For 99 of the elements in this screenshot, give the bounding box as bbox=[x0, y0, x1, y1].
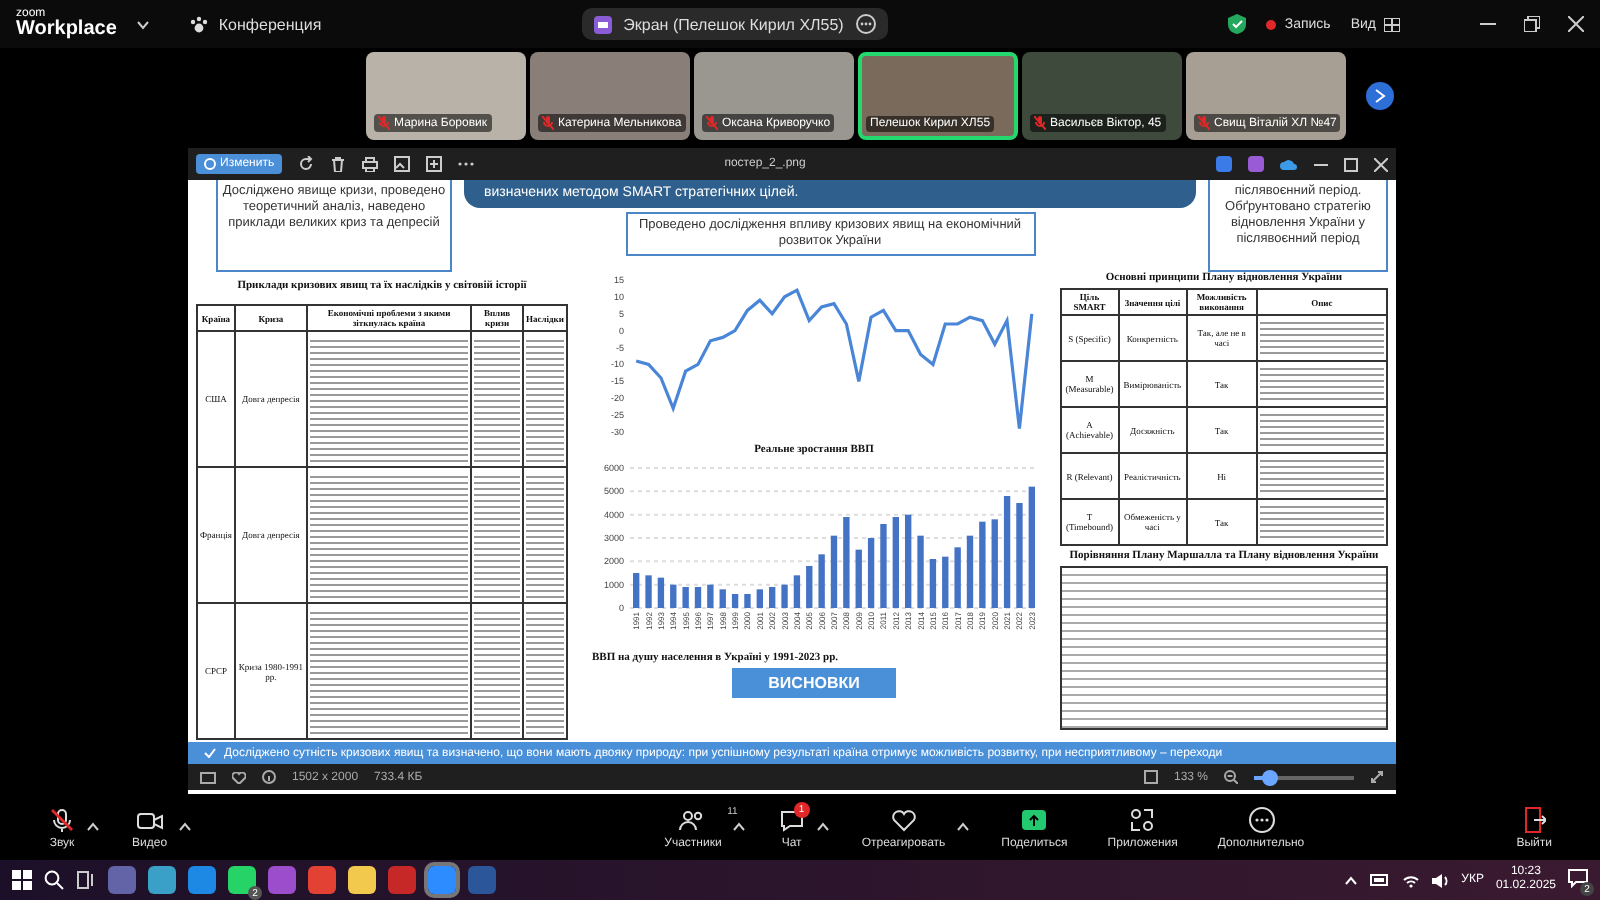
bar bbox=[657, 577, 665, 608]
search-icon[interactable] bbox=[44, 870, 64, 890]
bar bbox=[867, 538, 875, 608]
info-icon[interactable] bbox=[262, 770, 276, 784]
bar bbox=[694, 587, 702, 608]
rotate-icon[interactable] bbox=[298, 156, 315, 172]
text-lines-drawing bbox=[474, 607, 520, 735]
exit-door-icon bbox=[1522, 805, 1547, 833]
text-lines-drawing bbox=[1259, 318, 1384, 358]
bar bbox=[670, 584, 677, 608]
battery-icon[interactable] bbox=[1369, 874, 1390, 886]
more-icon[interactable] bbox=[458, 160, 475, 168]
notification-icon[interactable] bbox=[1568, 868, 1588, 888]
text-lines-drawing bbox=[1259, 456, 1384, 496]
caret-icon[interactable] bbox=[86, 820, 100, 834]
apps-icon bbox=[1128, 805, 1157, 833]
speaker-icon[interactable] bbox=[1431, 873, 1450, 887]
trash-icon[interactable] bbox=[330, 156, 347, 172]
restore-icon[interactable] bbox=[1524, 16, 1540, 32]
record-dot-icon bbox=[1266, 19, 1277, 29]
close-icon[interactable] bbox=[1374, 157, 1388, 171]
caret-icon[interactable] bbox=[177, 820, 192, 834]
screen-icon bbox=[593, 15, 612, 33]
text-lines-drawing bbox=[526, 335, 564, 463]
bar bbox=[843, 517, 850, 608]
task-view-icon[interactable] bbox=[76, 870, 96, 890]
add-icon[interactable] bbox=[426, 156, 443, 172]
bar bbox=[979, 521, 986, 608]
next-page-button[interactable] bbox=[1366, 82, 1394, 110]
caret-icon[interactable] bbox=[136, 17, 151, 31]
share-screen-icon bbox=[1020, 805, 1049, 833]
meeting-label: Конференция bbox=[218, 15, 322, 33]
grid-icon[interactable] bbox=[1384, 17, 1400, 31]
expand-icon[interactable] bbox=[1370, 770, 1384, 784]
bar bbox=[954, 547, 961, 608]
bar bbox=[744, 594, 751, 608]
app-title: Workplace bbox=[16, 20, 117, 40]
heart-icon bbox=[889, 805, 918, 833]
bar bbox=[1016, 503, 1023, 608]
bar bbox=[991, 519, 998, 608]
windows-icon[interactable] bbox=[12, 870, 32, 890]
bar bbox=[855, 549, 862, 608]
bar bbox=[880, 524, 887, 608]
bar bbox=[966, 535, 974, 608]
shield-icon[interactable] bbox=[1228, 14, 1247, 34]
screen-share-label: Экран (Пелешок Кирил ХЛ55) bbox=[623, 15, 844, 33]
text-lines-drawing bbox=[474, 335, 520, 463]
close-icon[interactable] bbox=[1568, 16, 1584, 32]
taskbar-app-icon[interactable] bbox=[188, 866, 216, 894]
bar bbox=[806, 566, 813, 608]
wifi-icon[interactable] bbox=[1401, 873, 1420, 887]
bar bbox=[830, 535, 838, 608]
bar bbox=[1028, 486, 1035, 608]
bar bbox=[1003, 496, 1011, 608]
taskbar-app-icon[interactable] bbox=[148, 866, 176, 894]
text-lines-drawing bbox=[1259, 502, 1384, 542]
chevron-right-icon bbox=[1374, 88, 1386, 104]
cloud-icon[interactable] bbox=[1280, 158, 1298, 170]
fit-icon[interactable] bbox=[1143, 770, 1158, 784]
bar bbox=[781, 584, 788, 608]
bar bbox=[719, 589, 726, 608]
screen-icon[interactable] bbox=[200, 771, 216, 783]
paw-icon bbox=[190, 15, 209, 33]
print-icon[interactable] bbox=[362, 156, 379, 172]
more-icon bbox=[1247, 805, 1275, 833]
check-icon bbox=[204, 748, 216, 758]
bar bbox=[731, 594, 739, 608]
text-lines-drawing bbox=[1259, 364, 1384, 404]
bar bbox=[633, 573, 640, 608]
bar bbox=[793, 575, 801, 608]
bar bbox=[682, 587, 689, 608]
bar bbox=[707, 584, 714, 608]
bar bbox=[892, 517, 899, 608]
bar bbox=[645, 575, 652, 608]
chat-bubble-icon bbox=[777, 805, 806, 833]
caret-icon[interactable] bbox=[955, 820, 970, 834]
text-lines-drawing bbox=[526, 607, 564, 735]
image-icon[interactable] bbox=[394, 156, 411, 172]
bar bbox=[756, 589, 763, 608]
bar bbox=[818, 554, 825, 608]
maximize-icon[interactable] bbox=[1344, 157, 1358, 171]
bar bbox=[769, 587, 776, 608]
bar bbox=[942, 556, 949, 608]
bar bbox=[905, 514, 912, 608]
screen-share-pill[interactable]: Экран (Пелешок Кирил ХЛ55) bbox=[581, 8, 888, 40]
bar bbox=[917, 535, 924, 608]
text-lines-drawing bbox=[474, 471, 520, 599]
zoom-out-icon[interactable] bbox=[1224, 770, 1238, 784]
text-lines-drawing bbox=[1259, 410, 1384, 450]
text-lines-drawing bbox=[526, 471, 564, 599]
circle-icon bbox=[204, 158, 216, 170]
heart-icon[interactable] bbox=[232, 771, 246, 783]
people-icon bbox=[678, 805, 707, 833]
caret-icon[interactable] bbox=[731, 820, 746, 834]
bar bbox=[929, 559, 937, 608]
taskbar-app-icon[interactable] bbox=[348, 866, 376, 894]
slider-thumb[interactable] bbox=[1261, 769, 1277, 785]
more-icon[interactable] bbox=[855, 14, 876, 34]
caret-icon[interactable] bbox=[815, 820, 830, 834]
